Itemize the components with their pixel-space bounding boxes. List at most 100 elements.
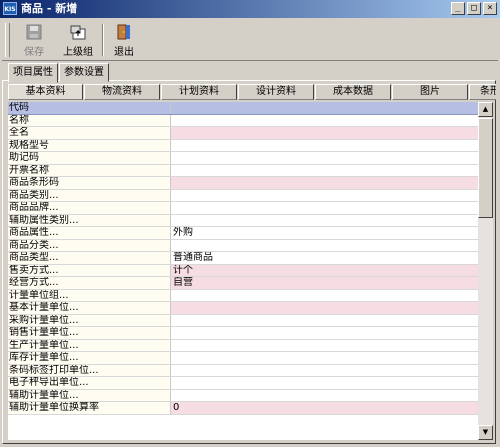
inner-tab-strip: 基本资料 物流资料 计划资料 设计资料 成本数据 图片 条形 (8, 84, 496, 100)
tab-planning-info[interactable]: 计划资料 (161, 84, 237, 100)
grid-row[interactable]: 生产计量单位... (8, 339, 478, 352)
field-label: 代码 (8, 102, 171, 114)
field-value-cell[interactable] (171, 302, 478, 314)
field-value-cell[interactable] (171, 352, 478, 364)
save-icon (26, 24, 42, 40)
property-grid: 代码 名称 全名 规格型号 助记码 开票名称 商品条形码 商品类别... 商品品牌... 辅助属性… (8, 102, 478, 440)
field-label: 辅助属性类别... (8, 214, 171, 226)
field-label: 商品类别... (8, 189, 171, 201)
grid-row[interactable]: 全名 (8, 127, 478, 140)
grid-row[interactable]: 辅助属性类别... (8, 214, 478, 227)
field-label: 基本计量单位... (8, 302, 171, 314)
field-value-cell[interactable]: 计个 (171, 264, 478, 276)
field-value-cell[interactable] (171, 140, 478, 152)
toolbar-grip[interactable] (5, 23, 10, 57)
field-label: 经营方式... (8, 277, 171, 289)
field-value-cell[interactable] (171, 240, 478, 252)
parent-group-button[interactable]: 上级组 (56, 22, 100, 58)
title-bar[interactable]: KIS 商品 - 新增 _ □ × (0, 0, 500, 18)
exit-button[interactable]: 退出 (106, 22, 142, 58)
scroll-up-arrow-icon[interactable]: ▲ (478, 102, 493, 117)
field-value-cell[interactable] (171, 315, 478, 327)
parent-group-icon (70, 25, 86, 40)
field-label: 条码标签打印单位... (8, 364, 171, 376)
grid-row[interactable]: 规格型号 (8, 139, 478, 152)
field-value-cell[interactable] (171, 290, 478, 302)
grid-row[interactable]: 采购计量单位... (8, 314, 478, 327)
minimize-button[interactable]: _ (451, 2, 465, 15)
grid-row[interactable]: 条码标签打印单位... (8, 364, 478, 377)
tab-images[interactable]: 图片 (392, 84, 468, 100)
tab-logistics-info[interactable]: 物流资料 (84, 84, 160, 100)
field-value-cell[interactable] (171, 202, 478, 214)
tab-barcode[interactable]: 条形 (469, 84, 496, 100)
field-value-cell[interactable] (171, 102, 478, 114)
scroll-thumb[interactable] (478, 118, 493, 218)
field-label: 采购计量单位... (8, 314, 171, 326)
scroll-down-arrow-icon[interactable]: ▼ (478, 425, 493, 440)
field-label: 生产计量单位... (8, 339, 171, 351)
close-button[interactable]: × (483, 2, 497, 15)
field-label: 销售计量单位... (8, 327, 171, 339)
save-label: 保存 (24, 47, 44, 58)
parent-group-label: 上级组 (63, 47, 93, 58)
tab-basic-info[interactable]: 基本资料 (8, 84, 83, 100)
field-label: 电子秤导出单位... (8, 377, 171, 389)
grid-row[interactable]: 助记码 (8, 152, 478, 165)
exit-door-icon (117, 24, 130, 40)
field-value-cell[interactable] (171, 177, 478, 189)
field-value-cell[interactable]: 普通商品 (171, 252, 478, 264)
grid-row[interactable]: 基本计量单位... (8, 302, 478, 315)
field-label: 辅助计量单位换算率 (8, 402, 171, 414)
grid-row[interactable]: 辅助计量单位... (8, 389, 478, 402)
field-value-cell[interactable] (171, 390, 478, 402)
grid-row[interactable]: 商品类型... 普通商品 (8, 252, 478, 265)
field-label: 商品品牌... (8, 202, 171, 214)
field-value-cell[interactable] (171, 127, 478, 139)
grid-header-row[interactable]: 代码 (8, 102, 478, 115)
grid-row[interactable]: 经营方式... 自营 (8, 277, 478, 290)
field-label: 库存计量单位... (8, 352, 171, 364)
field-value-cell[interactable]: 自营 (171, 277, 478, 289)
tab-design-info[interactable]: 设计资料 (238, 84, 314, 100)
field-value-cell[interactable] (171, 152, 478, 164)
field-value-cell[interactable] (171, 327, 478, 339)
grid-row[interactable]: 商品条形码 (8, 177, 478, 190)
field-value-cell[interactable]: 0 (171, 402, 478, 414)
field-label: 辅助计量单位... (8, 389, 171, 401)
vertical-scrollbar[interactable]: ▲ ▼ (478, 102, 493, 440)
grid-row[interactable]: 商品类别... (8, 189, 478, 202)
field-value-cell[interactable] (171, 377, 478, 389)
field-value-cell[interactable] (171, 190, 478, 202)
field-value-cell[interactable]: 外购 (171, 227, 478, 239)
tab-item-properties[interactable]: 项目属性 (8, 63, 58, 83)
grid-row[interactable]: 开票名称 (8, 164, 478, 177)
exit-label: 退出 (114, 47, 134, 58)
field-label: 商品条形码 (8, 177, 171, 189)
toolbar-separator (102, 24, 104, 56)
maximize-button[interactable]: □ (467, 2, 481, 15)
grid-row[interactable]: 辅助计量单位换算率 0 (8, 402, 478, 415)
tab-parameter-settings[interactable]: 参数设置 (59, 63, 109, 82)
field-label: 商品类型... (8, 252, 171, 264)
grid-row[interactable]: 商品分类... (8, 239, 478, 252)
window-title: 商品 - 新增 (21, 2, 78, 15)
field-value-cell[interactable] (171, 165, 478, 177)
save-button[interactable]: 保存 (14, 22, 54, 58)
grid-row[interactable]: 库存计量单位... (8, 352, 478, 365)
tab-cost-data[interactable]: 成本数据 (315, 84, 391, 100)
grid-row[interactable]: 售卖方式... 计个 (8, 264, 478, 277)
grid-row[interactable]: 名称 (8, 114, 478, 127)
grid-row[interactable]: 销售计量单位... (8, 327, 478, 340)
grid-row[interactable]: 商品品牌... (8, 202, 478, 215)
field-value-cell[interactable] (171, 365, 478, 377)
grid-row[interactable]: 商品属性... 外购 (8, 227, 478, 240)
field-label: 名称 (8, 114, 171, 126)
field-label: 商品分类... (8, 239, 171, 251)
app-logo-icon: KIS (3, 2, 17, 15)
field-value-cell[interactable] (171, 215, 478, 227)
field-value-cell[interactable] (171, 340, 478, 352)
grid-row[interactable]: 计量单位组... (8, 289, 478, 302)
grid-row[interactable]: 电子秤导出单位... (8, 377, 478, 390)
field-value-cell[interactable] (171, 115, 478, 127)
